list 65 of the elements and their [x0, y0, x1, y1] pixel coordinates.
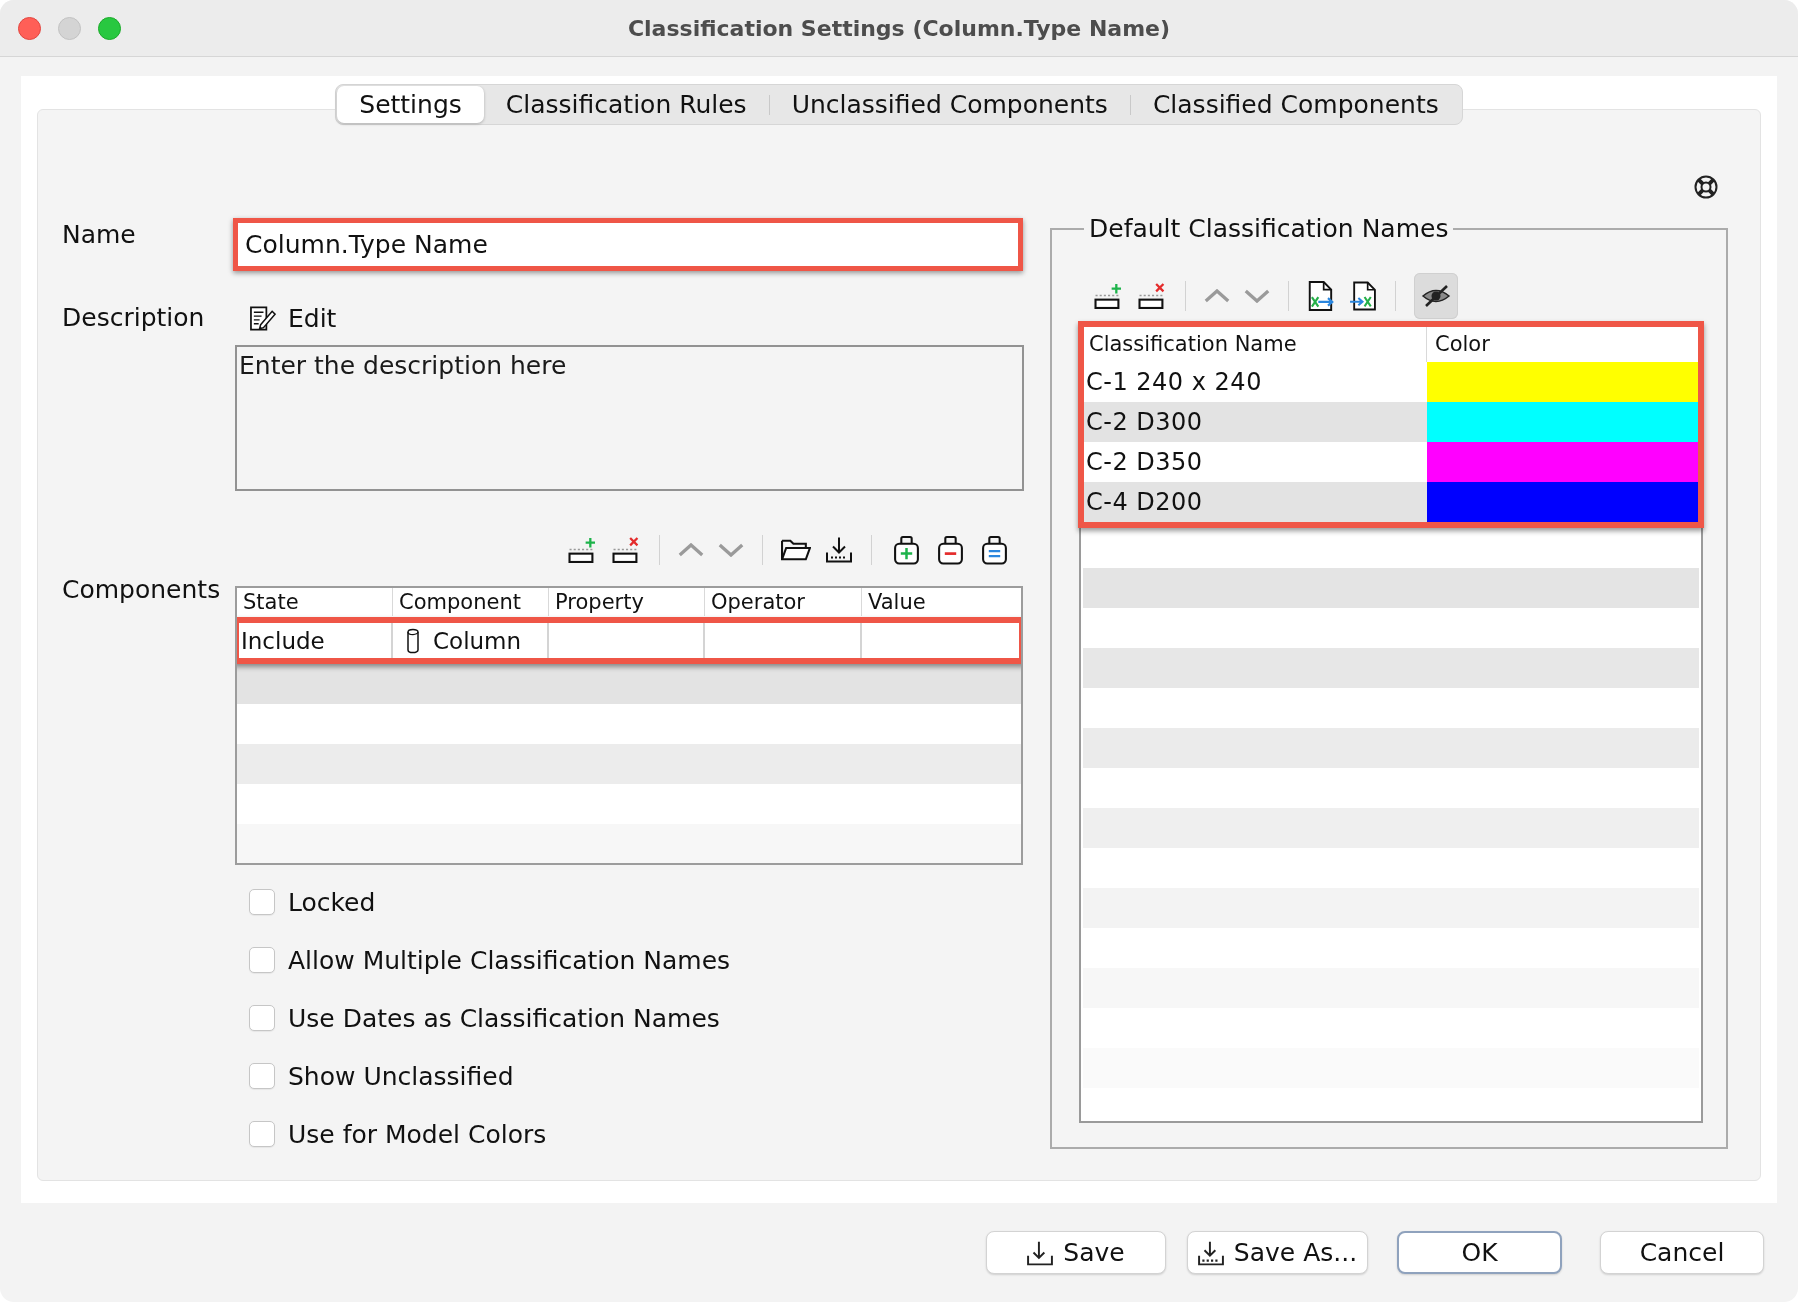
checkbox-label: Use Dates as Classification Names	[288, 1003, 720, 1033]
dialog-button[interactable]: OK	[1397, 1231, 1562, 1274]
chevron-up-icon[interactable]	[678, 543, 704, 557]
description-field[interactable]: Enter the description here	[235, 345, 1024, 491]
chevron-down-icon[interactable]	[718, 543, 744, 557]
table-cell: Column	[433, 627, 522, 654]
tab[interactable]: Classified Components	[1130, 86, 1461, 123]
remove-row-icon[interactable]	[1137, 283, 1167, 309]
document-arrow-out-icon[interactable]	[1307, 281, 1335, 311]
remove-row-icon[interactable]	[611, 537, 641, 563]
dialog-button[interactable]: Cancel	[1600, 1231, 1764, 1274]
column-header: Value	[867, 589, 927, 616]
bag-plus-icon[interactable]	[893, 535, 920, 565]
download-icon	[1027, 1239, 1054, 1266]
checkbox[interactable]	[249, 1063, 275, 1089]
add-row-icon[interactable]	[1093, 283, 1123, 309]
checkbox-label: Allow Multiple Classification Names	[288, 945, 731, 975]
color-cell[interactable]	[1427, 362, 1698, 402]
folder-icon[interactable]	[781, 538, 811, 562]
tab[interactable]: Settings	[337, 86, 484, 123]
checkbox[interactable]	[249, 1005, 275, 1031]
chevron-down-icon[interactable]	[1244, 289, 1270, 303]
column-header: Operator	[705, 588, 862, 616]
column-header: Component	[393, 588, 549, 616]
dialog-button[interactable]: Save As...	[1187, 1231, 1368, 1274]
note-pencil-icon	[250, 304, 276, 332]
checkbox-label: Show Unclassified	[288, 1061, 514, 1091]
checkbox-label: Locked	[288, 887, 376, 917]
tab[interactable]: Classification Rules	[483, 86, 769, 123]
checkbox[interactable]	[249, 889, 275, 915]
column-header: Property	[549, 588, 705, 616]
color-cell[interactable]	[1427, 402, 1698, 442]
field-label: Description	[62, 303, 206, 333]
checkbox-label: Use for Model Colors	[288, 1119, 547, 1149]
table-row[interactable]: Include Column	[237, 617, 1021, 664]
add-row-icon[interactable]	[567, 537, 597, 563]
checkbox[interactable]	[249, 1121, 275, 1147]
zoom-button[interactable]	[98, 16, 121, 40]
name-field[interactable]: Column.Type Name	[233, 218, 1023, 271]
chevron-up-icon[interactable]	[1204, 289, 1230, 303]
window-title: Classification Settings (Column.Type Name)	[626, 15, 1172, 41]
close-button[interactable]	[18, 16, 41, 40]
table-cell[interactable]: C-2 D300	[1084, 402, 1427, 442]
bag-minus-icon[interactable]	[937, 535, 964, 565]
group-title: Default Classification Names	[1088, 214, 1450, 244]
document-arrow-in-icon[interactable]	[1349, 281, 1377, 311]
column-header: State	[237, 588, 393, 616]
tab[interactable]: Unclassified Components	[769, 86, 1130, 123]
dialog-button[interactable]: Save	[986, 1231, 1166, 1274]
color-cell[interactable]	[1427, 482, 1698, 522]
cylinder-icon	[407, 627, 419, 654]
table-cell: Include	[241, 627, 325, 654]
download-tray-icon	[1197, 1239, 1224, 1266]
lifebuoy-icon[interactable]	[1694, 175, 1718, 199]
download-tray-icon[interactable]	[825, 536, 853, 564]
color-cell[interactable]	[1427, 442, 1698, 482]
eye-slash-icon	[1421, 284, 1451, 308]
checkbox[interactable]	[249, 947, 275, 973]
column-header: Color	[1434, 331, 1491, 358]
toggle-button[interactable]	[1414, 273, 1458, 319]
bag-equals-icon[interactable]	[981, 535, 1008, 565]
field-label: Name	[62, 220, 137, 250]
field-label: Components	[62, 575, 222, 605]
edit-button[interactable]: Edit	[233, 303, 337, 333]
table-cell[interactable]: C-4 D200	[1084, 482, 1427, 522]
